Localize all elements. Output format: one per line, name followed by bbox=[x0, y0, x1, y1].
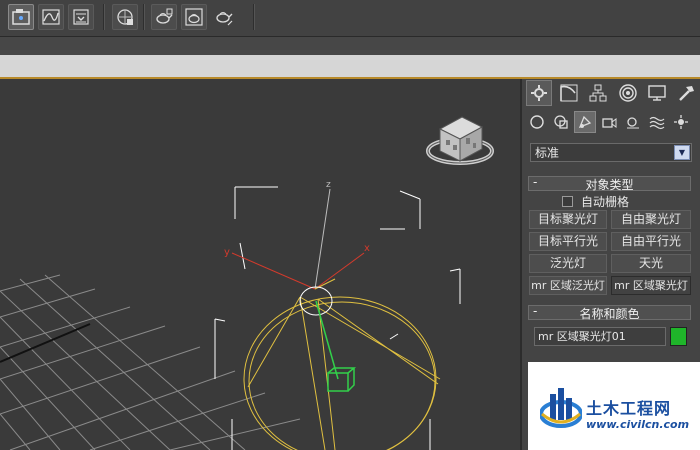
modify-icon[interactable] bbox=[556, 80, 582, 106]
watermark-title: 土木工程网 bbox=[586, 399, 672, 418]
name-color-title: 名称和颜色 bbox=[579, 307, 640, 321]
create-subcategories bbox=[526, 111, 700, 135]
toolbar-separator bbox=[143, 4, 145, 30]
render-frame-icon[interactable] bbox=[112, 4, 138, 30]
category-dropdown-value: 标准 bbox=[535, 146, 560, 160]
toolbar-separator bbox=[103, 4, 105, 30]
chevron-down-icon[interactable]: ▼ bbox=[674, 145, 690, 160]
scene-explorer-icon[interactable] bbox=[8, 4, 34, 30]
category-dropdown[interactable]: 标准 ▼ bbox=[530, 143, 692, 162]
lights-icon[interactable] bbox=[574, 111, 596, 133]
viewcube bbox=[426, 116, 494, 165]
helpers-icon[interactable] bbox=[622, 111, 644, 133]
free-direct-button[interactable]: 自由平行光 bbox=[611, 232, 691, 251]
perspective-viewport[interactable]: z y x bbox=[0, 79, 520, 450]
ribbon-bar bbox=[0, 55, 700, 79]
spacewarps-icon[interactable] bbox=[646, 111, 668, 133]
cameras-icon[interactable] bbox=[598, 111, 620, 133]
curve-editor-icon[interactable] bbox=[38, 4, 64, 30]
object-type-title: 对象类型 bbox=[585, 178, 634, 192]
utilities-icon[interactable] bbox=[674, 80, 700, 106]
ground-grid bbox=[0, 274, 301, 450]
autogrid-row: 自动栅格 bbox=[562, 193, 629, 210]
teapot-quick-icon[interactable] bbox=[211, 4, 237, 30]
target-spot-button[interactable]: 目标聚光灯 bbox=[529, 210, 607, 229]
target-direct-button[interactable]: 目标平行光 bbox=[529, 232, 607, 251]
render-setup-icon[interactable] bbox=[68, 4, 94, 30]
axis-label-x: x bbox=[364, 243, 370, 254]
omni-button[interactable]: 泛光灯 bbox=[529, 254, 607, 273]
axis-label-y: y bbox=[224, 247, 230, 258]
systems-icon[interactable] bbox=[670, 111, 692, 133]
autogrid-label: 自动栅格 bbox=[581, 195, 630, 209]
autogrid-checkbox[interactable] bbox=[562, 196, 573, 207]
mr-area-omni-button[interactable]: mr 区域泛光灯 bbox=[529, 276, 607, 295]
name-color-rollout-header[interactable]: - 名称和颜色 bbox=[528, 304, 691, 321]
toolbar-separator bbox=[253, 4, 255, 30]
free-spot-button[interactable]: 自由聚光灯 bbox=[611, 210, 691, 229]
transform-gizmo: z y x bbox=[224, 180, 370, 290]
shapes-icon[interactable] bbox=[550, 111, 572, 133]
hierarchy-icon[interactable] bbox=[585, 80, 611, 106]
object-color-swatch[interactable] bbox=[670, 327, 687, 346]
skylight-button[interactable]: 天光 bbox=[611, 254, 691, 273]
create-icon[interactable] bbox=[526, 80, 552, 106]
object-type-rollout-header[interactable]: - 对象类型 bbox=[528, 175, 691, 192]
toolbar-strip bbox=[0, 37, 700, 55]
object-name-field[interactable]: mr 区域聚光灯01 bbox=[534, 327, 666, 346]
teapot-frame-icon[interactable] bbox=[181, 4, 207, 30]
display-icon[interactable] bbox=[645, 80, 671, 106]
site-watermark: 土木工程网 www.civilcn.com bbox=[528, 362, 700, 450]
motion-icon[interactable] bbox=[615, 80, 641, 106]
light-target bbox=[327, 367, 357, 392]
mr-area-spot-button[interactable]: mr 区域聚光灯 bbox=[611, 276, 691, 295]
main-toolbar bbox=[0, 0, 700, 37]
watermark-url: www.civilcn.com bbox=[586, 418, 690, 431]
teapot-render-icon[interactable] bbox=[151, 4, 177, 30]
command-panel-tabs bbox=[522, 79, 700, 107]
axis-label-z: z bbox=[326, 180, 331, 190]
civil-logo-icon bbox=[540, 388, 582, 428]
geometry-icon[interactable] bbox=[526, 111, 548, 133]
